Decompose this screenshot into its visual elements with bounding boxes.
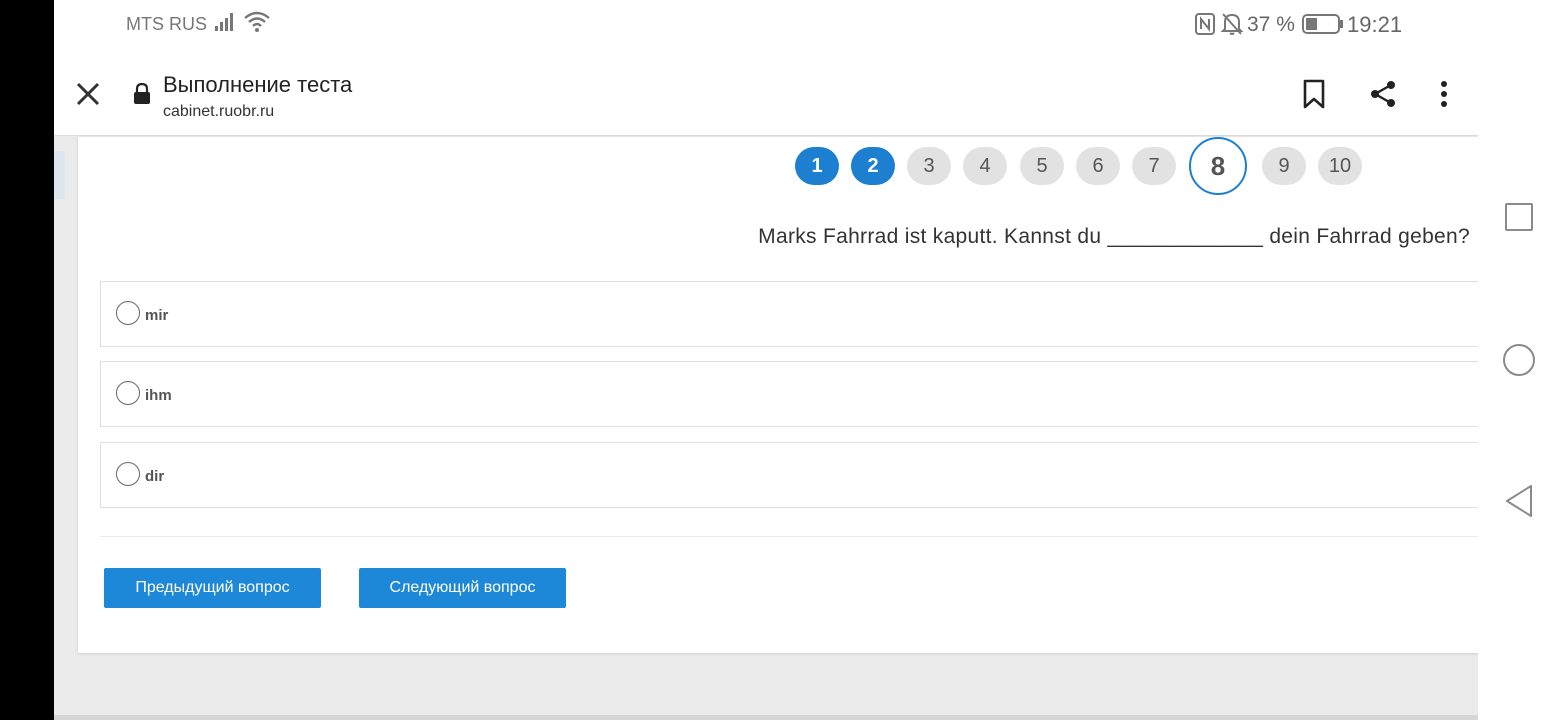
page-button-8[interactable]: 8 [1189,137,1247,195]
recent-apps-button[interactable] [1502,200,1536,234]
side-panel-tab[interactable] [54,151,65,199]
share-button[interactable] [1367,78,1399,110]
divider [100,536,1478,537]
answer-label[interactable]: dir [145,468,164,485]
muted-bell-icon [1220,11,1244,42]
square-icon [1505,203,1533,231]
cellular-signal-icon [214,12,236,37]
question-text: Marks Fahrrad ist kaputt. Kannst du ____… [758,225,1470,248]
radio-button[interactable] [116,462,140,486]
home-button[interactable] [1502,343,1536,377]
browser-toolbar: Выполнение теста cabinet.ruobr.ru [54,50,1478,136]
wifi-icon [243,10,271,39]
overflow-menu-button[interactable] [1428,78,1460,110]
lock-icon [133,82,151,110]
back-triangle-icon [1506,485,1532,517]
page-button-4[interactable]: 4 [963,147,1007,185]
back-button[interactable] [1502,484,1536,518]
more-vert-icon [1441,81,1447,107]
page-button-5[interactable]: 5 [1020,147,1064,185]
clock: 19:21 [1347,12,1403,37]
radio-button[interactable] [116,301,140,325]
answer-option[interactable]: ihm [100,361,1478,427]
previous-question-button[interactable]: Предыдущий вопрос [104,568,321,608]
phone-screen: MTS RUS 37 % 19:21 Выполнение теста cabi… [54,0,1478,720]
battery-icon [1302,13,1344,40]
page-content: 1 2 3 4 5 6 7 8 9 10 Marks Fahrrad ist k… [54,137,1478,720]
nfc-icon [1194,12,1216,41]
battery-percent: 37 % [1247,13,1295,36]
close-icon [76,82,100,106]
status-bar: MTS RUS 37 % 19:21 [54,0,1478,50]
close-tab-button[interactable] [74,80,102,108]
page-button-1[interactable]: 1 [795,147,839,185]
page-button-6[interactable]: 6 [1076,147,1120,185]
radio-button[interactable] [116,381,140,405]
page-button-9[interactable]: 9 [1262,147,1306,185]
answer-option[interactable]: dir [100,442,1478,508]
answer-label[interactable]: ihm [145,387,172,404]
bookmark-button[interactable] [1298,78,1330,110]
answer-label[interactable]: mir [145,307,168,324]
page-button-3[interactable]: 3 [907,147,951,185]
page-url[interactable]: cabinet.ruobr.ru [163,103,274,121]
system-nav-bar [1478,0,1560,720]
page-button-10[interactable]: 10 [1318,147,1362,185]
test-card: 1 2 3 4 5 6 7 8 9 10 Marks Fahrrad ist k… [78,137,1478,653]
page-title: Выполнение теста [163,72,353,97]
bottom-edge [54,715,1478,720]
answer-option[interactable]: mir [100,281,1478,347]
page-button-7[interactable]: 7 [1132,147,1176,185]
carrier-name: MTS RUS [126,14,207,34]
bookmark-icon [1303,79,1325,109]
share-icon [1371,81,1395,107]
page-button-2[interactable]: 2 [851,147,895,185]
circle-icon [1503,344,1535,376]
next-question-button[interactable]: Следующий вопрос [359,568,566,608]
